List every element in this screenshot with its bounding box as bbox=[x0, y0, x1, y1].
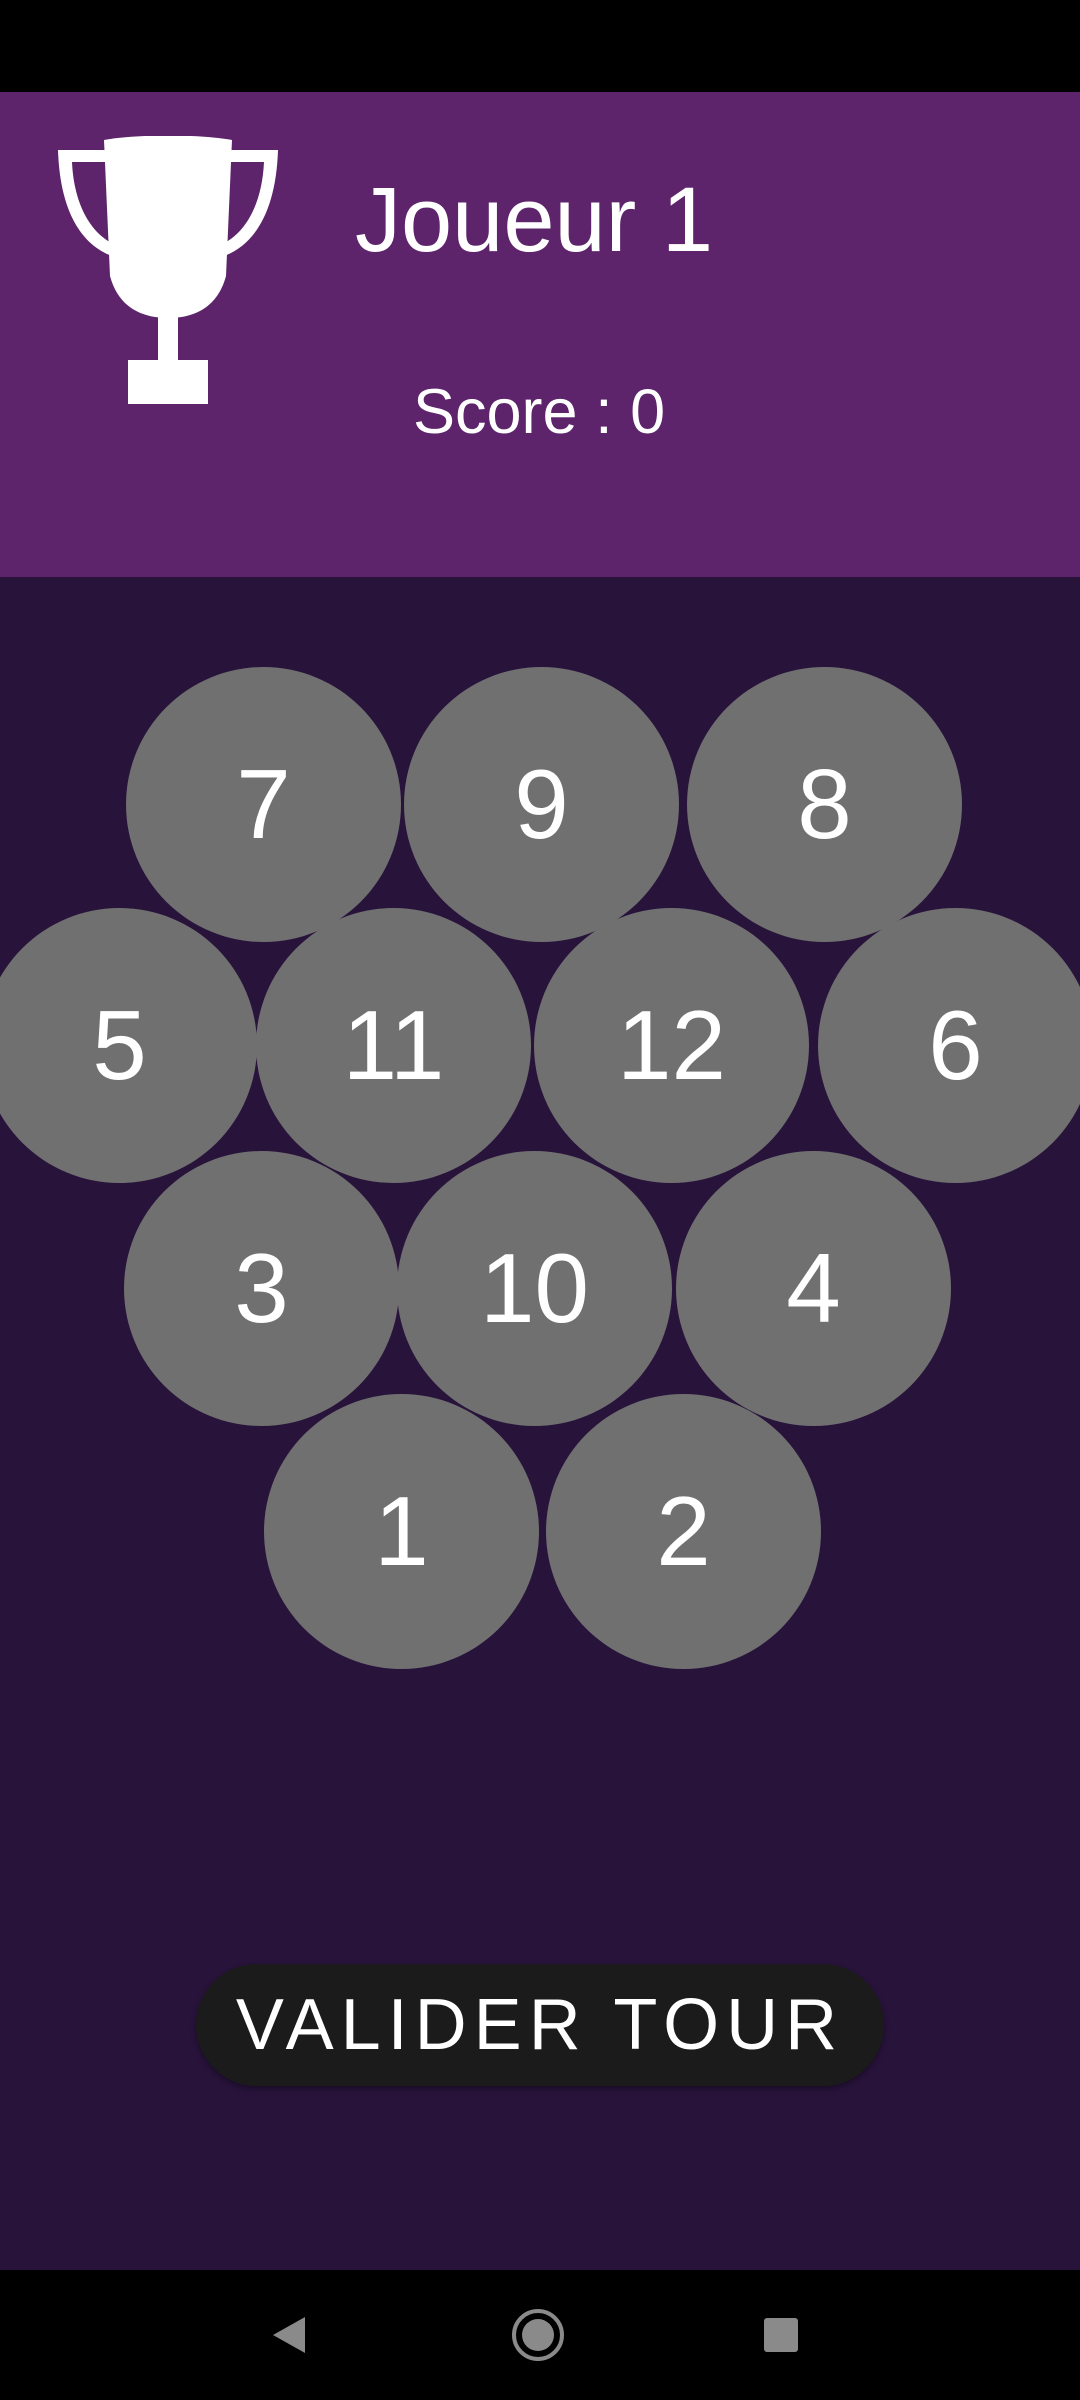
navigation-bar bbox=[0, 2270, 1080, 2400]
pin-button[interactable]: 7 bbox=[126, 667, 401, 942]
recents-button[interactable] bbox=[746, 2300, 816, 2370]
pin-button[interactable]: 10 bbox=[397, 1151, 672, 1426]
pin-button[interactable]: 4 bbox=[676, 1151, 951, 1426]
score-label: Score : 0 bbox=[413, 377, 666, 447]
player-header: Joueur 1 Score : 0 bbox=[0, 92, 1080, 577]
pin-button[interactable]: 9 bbox=[404, 667, 679, 942]
recents-icon bbox=[764, 2318, 798, 2352]
home-button[interactable] bbox=[503, 2300, 573, 2370]
validate-turn-button[interactable]: VALIDER TOUR bbox=[196, 1964, 884, 2086]
player-name: Joueur 1 bbox=[355, 169, 714, 271]
back-icon bbox=[273, 2317, 305, 2353]
pin-button[interactable]: 12 bbox=[534, 908, 809, 1183]
pin-button[interactable]: 2 bbox=[546, 1394, 821, 1669]
back-button[interactable] bbox=[254, 2300, 324, 2370]
score-row: Score : 0 bbox=[0, 362, 1080, 462]
pin-button[interactable]: 3 bbox=[124, 1151, 399, 1426]
pin-button[interactable]: 1 bbox=[264, 1394, 539, 1669]
pin-button[interactable]: 6 bbox=[818, 908, 1080, 1183]
home-icon bbox=[512, 2309, 564, 2361]
status-bar bbox=[0, 0, 1080, 92]
pin-board: 7 9 8 5 11 12 6 3 10 4 1 2 VALIDER TOUR bbox=[0, 577, 1080, 2270]
pin-button[interactable]: 11 bbox=[256, 908, 531, 1183]
pin-button[interactable]: 5 bbox=[0, 908, 257, 1183]
pin-button[interactable]: 8 bbox=[687, 667, 962, 942]
